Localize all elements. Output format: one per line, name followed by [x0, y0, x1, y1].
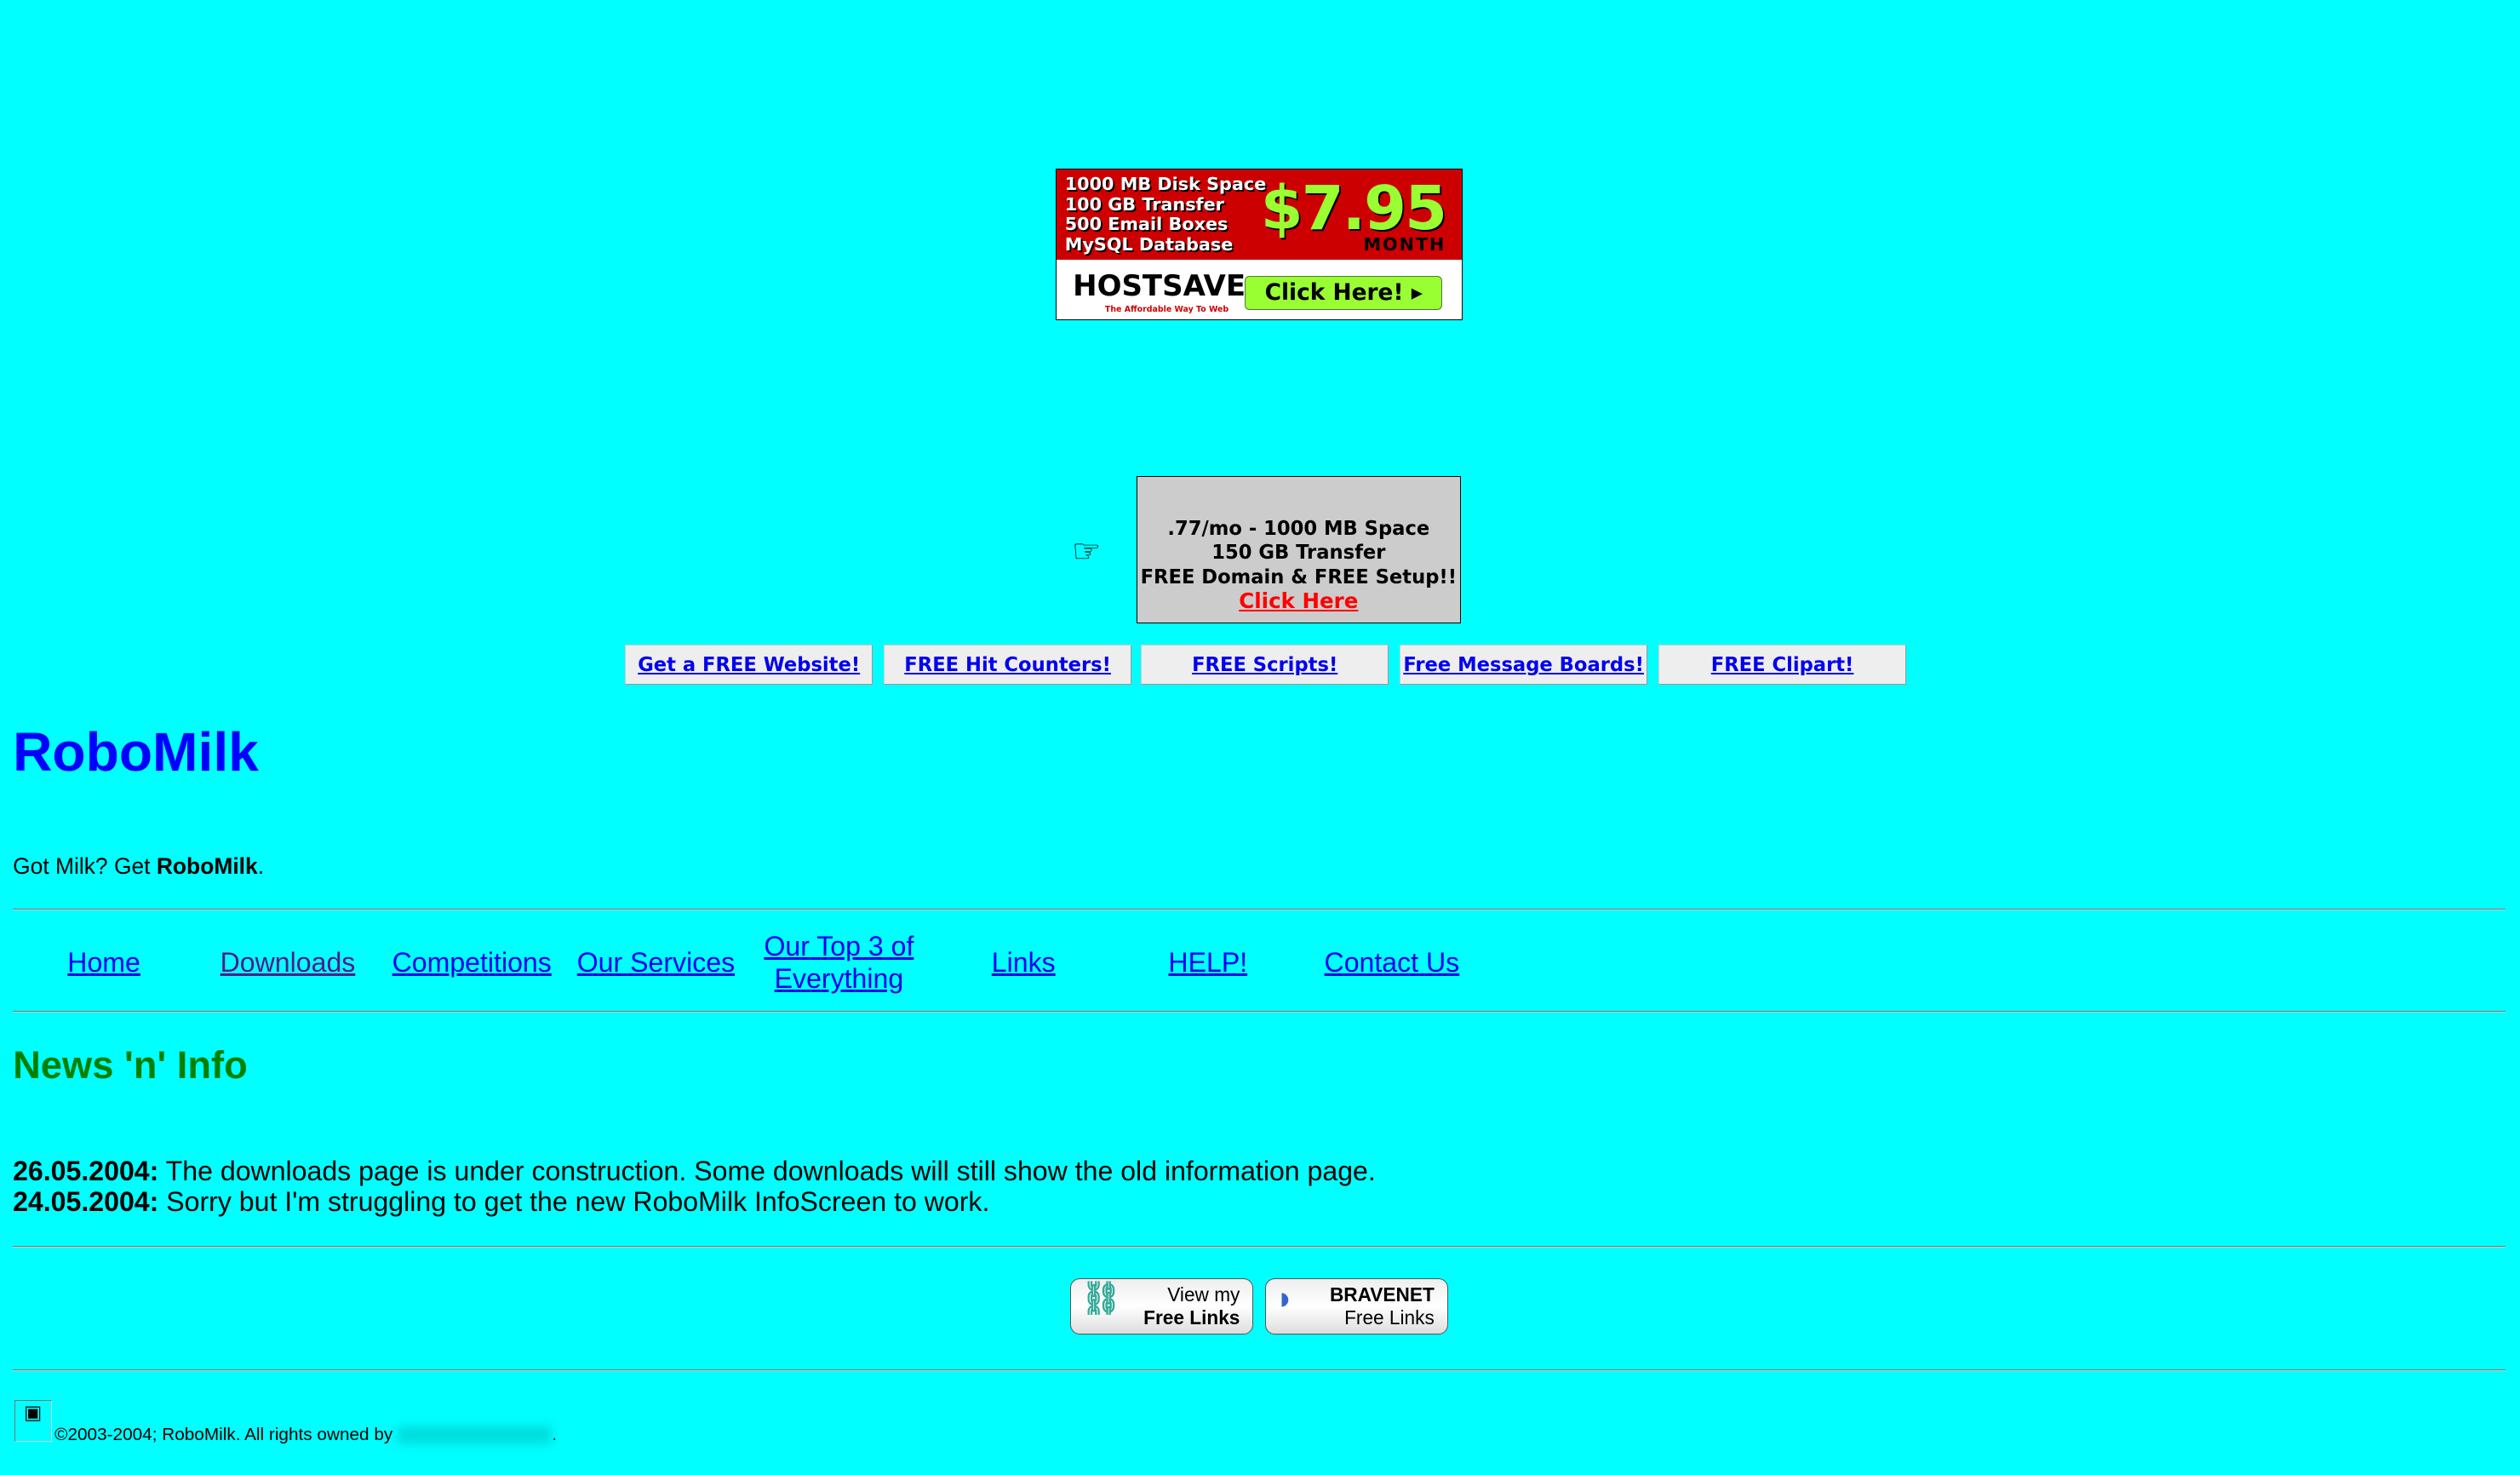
ad-line: 150 GB Transfer: [1211, 542, 1386, 565]
ad-tagline: The Affordable Way To Web: [1104, 304, 1229, 314]
free-website-button[interactable]: Get a FREE Website!: [625, 645, 873, 686]
tagline-bold: RoboMilk: [156, 853, 258, 880]
free-scripts-link[interactable]: FREE Scripts!: [1192, 654, 1337, 676]
bravenet-shield-icon: ◗: [1275, 1280, 1295, 1317]
news-item: 24.05.2004: Sorry but I'm struggling to …: [13, 1186, 989, 1219]
tagline-text: Got Milk? Get: [13, 853, 157, 880]
nav-downloads[interactable]: Downloads: [220, 947, 356, 979]
divider: [13, 1246, 2506, 1248]
page: 1000 MB Disk Space 100 GB Transfer 500 E…: [0, 0, 2520, 1474]
free-message-boards-button[interactable]: Free Message Boards!: [1400, 645, 1647, 686]
bravenet-free-links-badge[interactable]: ◗ BRAVENET Free Links: [1264, 1277, 1448, 1334]
free-clipart-link[interactable]: FREE Clipart!: [1711, 654, 1854, 676]
tagline-end: .: [257, 853, 265, 880]
ad-top: 1000 MB Disk Space 100 GB Transfer 500 E…: [1057, 169, 1462, 260]
blurred-owner-name: [398, 1425, 553, 1445]
news-heading: News 'n' Info: [13, 1043, 248, 1088]
ad-features: 1000 MB Disk Space 100 GB Transfer 500 E…: [1064, 173, 1267, 255]
ad-period: MONTH: [1363, 233, 1446, 255]
news-text: The downloads page is under construction…: [158, 1156, 1376, 1187]
ad-feature: 1000 MB Disk Space: [1064, 173, 1267, 194]
ad-feature: 500 Email Boxes: [1064, 214, 1228, 235]
free-clipart-button[interactable]: FREE Clipart!: [1658, 645, 1906, 686]
chain-link-icon: ⛓: [1080, 1280, 1122, 1317]
nav-contact-us[interactable]: Contact Us: [1325, 947, 1460, 979]
free-scripts-button[interactable]: FREE Scripts!: [1141, 645, 1389, 686]
nav-help[interactable]: HELP!: [1168, 947, 1247, 979]
cta-label: Click Here!: [1264, 278, 1404, 306]
broken-image-icon: ▣: [14, 1400, 52, 1443]
site-tagline: Got Milk? Get RoboMilk.: [13, 853, 264, 880]
divider: [13, 908, 2506, 910]
news-date: 26.05.2004:: [13, 1156, 159, 1187]
hosting-ad-box: .77/mo - 1000 MB Space 150 GB Transfer F…: [1136, 475, 1461, 624]
ad-click-here-link[interactable]: Click Here: [1239, 588, 1358, 613]
free-hit-counters-button[interactable]: FREE Hit Counters!: [884, 645, 1131, 686]
news-text: Sorry but I'm struggling to get the new …: [158, 1186, 990, 1218]
nav-our-top-3[interactable]: Our Top 3 of Everything: [762, 931, 916, 996]
site-title: RoboMilk: [13, 720, 259, 783]
hostsave-ad-banner[interactable]: 1000 MB Disk Space 100 GB Transfer 500 E…: [1056, 169, 1463, 320]
ad-click-here-button[interactable]: Click Here! ▸: [1245, 275, 1443, 310]
ad-price: $7.95: [1260, 171, 1447, 244]
ad-feature: MySQL Database: [1064, 234, 1234, 255]
free-hit-counters-link[interactable]: FREE Hit Counters!: [904, 654, 1111, 676]
news-date: 24.05.2004:: [13, 1186, 159, 1218]
copyright-text: ©2003-2004; RoboMilk. All rights owned b…: [54, 1424, 398, 1444]
nav-home[interactable]: Home: [67, 947, 140, 979]
nav-our-services[interactable]: Our Services: [577, 947, 735, 979]
view-free-links-badge[interactable]: ⛓ View my Free Links: [1070, 1277, 1254, 1334]
news-item: 26.05.2004: The downloads page is under …: [13, 1156, 1376, 1188]
free-website-link[interactable]: Get a FREE Website!: [638, 654, 860, 676]
ad-line: .77/mo - 1000 MB Space: [1167, 517, 1430, 540]
nav-competitions[interactable]: Competitions: [392, 947, 552, 979]
ad-line: FREE Domain & FREE Setup!!: [1140, 565, 1458, 588]
copyright-end: .: [552, 1424, 557, 1444]
nav-links[interactable]: Links: [992, 947, 1056, 979]
hostsave-logo: HOSTSAVE: [1073, 269, 1246, 304]
footer-copyright: ©2003-2004; RoboMilk. All rights owned b…: [54, 1425, 557, 1445]
divider: [13, 1011, 2506, 1013]
pointing-hand-icon: ☞: [1072, 532, 1101, 569]
free-message-boards-link[interactable]: Free Message Boards!: [1403, 654, 1644, 676]
ad-feature: 100 GB Transfer: [1064, 193, 1224, 215]
divider: [13, 1369, 2506, 1372]
